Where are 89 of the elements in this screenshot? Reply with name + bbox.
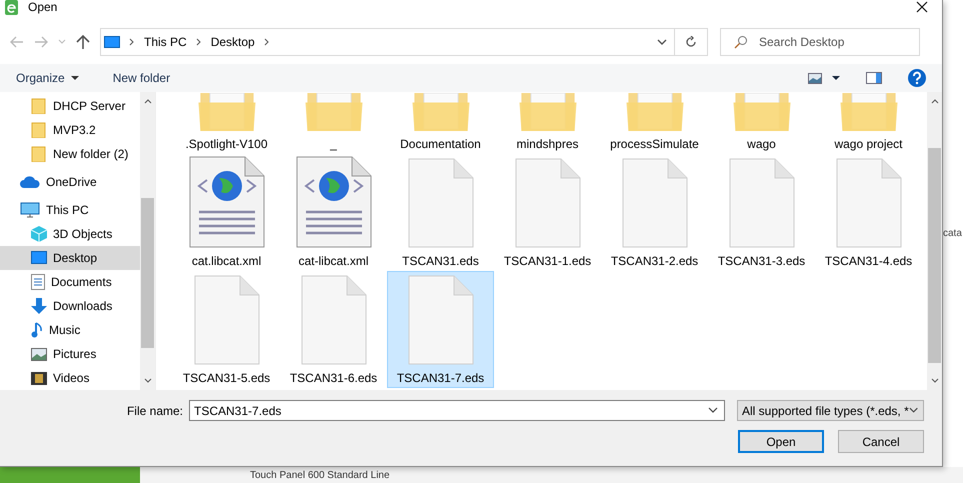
breadcrumb[interactable]: Desktop bbox=[210, 35, 255, 49]
scroll-up-icon[interactable] bbox=[930, 98, 938, 104]
document-icon bbox=[31, 274, 45, 290]
preview-pane-icon[interactable] bbox=[866, 72, 882, 84]
address-bar[interactable]: This PC Desktop bbox=[100, 28, 708, 56]
sidebar-item[interactable]: OneDrive bbox=[0, 170, 140, 194]
scrollbar[interactable] bbox=[927, 92, 942, 390]
sidebar-item[interactable]: Downloads bbox=[0, 294, 140, 318]
blank-file-icon bbox=[408, 158, 474, 248]
caret-icon[interactable] bbox=[832, 76, 840, 80]
blank-file-icon bbox=[194, 275, 260, 365]
scrollbar[interactable] bbox=[140, 92, 155, 390]
cancel-button[interactable]: Cancel bbox=[838, 430, 924, 453]
file-item[interactable]: TSCAN31-4.eds bbox=[815, 154, 922, 271]
sidebar-item[interactable]: Pictures bbox=[0, 342, 140, 366]
cube-icon bbox=[31, 226, 47, 242]
file-item[interactable]: TSCAN31-3.eds bbox=[708, 154, 815, 271]
help-icon[interactable] bbox=[908, 69, 926, 87]
file-item[interactable]: TSCAN31-6.eds bbox=[280, 271, 387, 388]
dropdown-chevron-icon bbox=[908, 407, 918, 414]
scroll-thumb[interactable] bbox=[141, 198, 154, 348]
file-item[interactable]: TSCAN31-2.eds bbox=[601, 154, 708, 271]
film-icon bbox=[31, 372, 47, 384]
sidebar-item[interactable]: Documents bbox=[0, 270, 140, 294]
chevron-right-icon bbox=[264, 38, 270, 46]
caret-icon bbox=[70, 76, 79, 80]
scroll-down-icon[interactable] bbox=[144, 378, 152, 384]
file-name-label: File name: bbox=[126, 404, 183, 418]
folder-icon bbox=[31, 146, 47, 162]
search-icon bbox=[734, 35, 748, 49]
picture-icon bbox=[31, 348, 47, 360]
file-item[interactable]: cat.libcat.xml bbox=[173, 154, 280, 271]
scroll-up-icon[interactable] bbox=[144, 98, 152, 104]
close-icon bbox=[916, 1, 928, 13]
refresh-icon bbox=[685, 36, 697, 48]
blank-file-icon bbox=[836, 158, 902, 248]
sidebar-item[interactable]: This PC bbox=[0, 198, 140, 222]
background-text: Touch Panel 600 Standard Line bbox=[250, 470, 390, 480]
folder-icon bbox=[31, 122, 47, 138]
blank-file-icon bbox=[408, 275, 474, 365]
file-item[interactable]: wago bbox=[708, 92, 815, 154]
music-note-icon bbox=[31, 322, 43, 338]
window-title: Open bbox=[28, 0, 58, 14]
folder-icon bbox=[31, 98, 47, 114]
file-item[interactable]: TSCAN31.eds bbox=[387, 154, 494, 271]
file-item[interactable]: wago project bbox=[815, 92, 922, 154]
sidebar-item[interactable]: Videos bbox=[0, 366, 140, 390]
xml-file-icon bbox=[188, 156, 264, 248]
file-item[interactable]: mindshpres bbox=[494, 92, 601, 154]
file-item[interactable]: TSCAN31-1.eds bbox=[494, 154, 601, 271]
file-name-field[interactable]: TSCAN31-7.eds bbox=[189, 400, 725, 421]
file-item[interactable]: Documentation bbox=[387, 92, 494, 154]
file-item[interactable]: _ bbox=[280, 92, 387, 154]
sidebar-item[interactable]: MVP3.2 bbox=[0, 118, 140, 142]
dropdown-chevron-icon[interactable] bbox=[657, 38, 667, 46]
scroll-down-icon[interactable] bbox=[930, 378, 938, 384]
file-item[interactable]: TSCAN31-7.eds bbox=[387, 271, 494, 388]
monitor-icon bbox=[31, 251, 47, 265]
file-item[interactable]: TSCAN31-5.eds bbox=[173, 271, 280, 388]
sidebar-item[interactable]: DHCP Server bbox=[0, 94, 140, 118]
file-item[interactable]: cat-libcat.xml bbox=[280, 154, 387, 271]
blank-file-icon bbox=[728, 158, 794, 248]
down-arrow-icon bbox=[31, 298, 47, 314]
organize-button[interactable]: Organize bbox=[16, 71, 89, 85]
sidebar-item[interactable]: New folder (2) bbox=[0, 142, 140, 166]
blank-file-icon bbox=[300, 275, 366, 365]
chevron-right-icon bbox=[129, 38, 135, 46]
search-field[interactable]: Search Desktop bbox=[720, 28, 920, 56]
open-button[interactable]: Open bbox=[738, 430, 824, 453]
view-options-icon[interactable] bbox=[808, 72, 822, 84]
sidebar-item[interactable]: Desktop bbox=[0, 246, 140, 270]
sidebar-item[interactable]: 3D Objects bbox=[0, 222, 140, 246]
blank-file-icon bbox=[622, 158, 688, 248]
background-text: cata bbox=[943, 228, 962, 238]
file-item[interactable]: processSimulate bbox=[601, 92, 708, 154]
sidebar-item[interactable]: Music bbox=[0, 318, 140, 342]
monitor-icon bbox=[20, 202, 40, 218]
file-type-dropdown[interactable]: All supported file types (*.eds, * bbox=[737, 400, 924, 421]
blank-file-icon bbox=[514, 158, 580, 248]
breadcrumb[interactable]: This PC bbox=[144, 35, 187, 49]
up-arrow-icon[interactable] bbox=[76, 35, 90, 49]
cloud-icon bbox=[20, 176, 40, 188]
scroll-thumb[interactable] bbox=[928, 148, 941, 363]
new-folder-button[interactable]: New folder bbox=[112, 71, 180, 85]
dropdown-chevron-icon[interactable] bbox=[708, 407, 718, 414]
file-item[interactable]: .Spotlight-V100 bbox=[173, 92, 280, 154]
chevron-right-icon bbox=[196, 38, 202, 46]
monitor-icon bbox=[104, 36, 120, 48]
xml-file-icon bbox=[296, 156, 372, 248]
